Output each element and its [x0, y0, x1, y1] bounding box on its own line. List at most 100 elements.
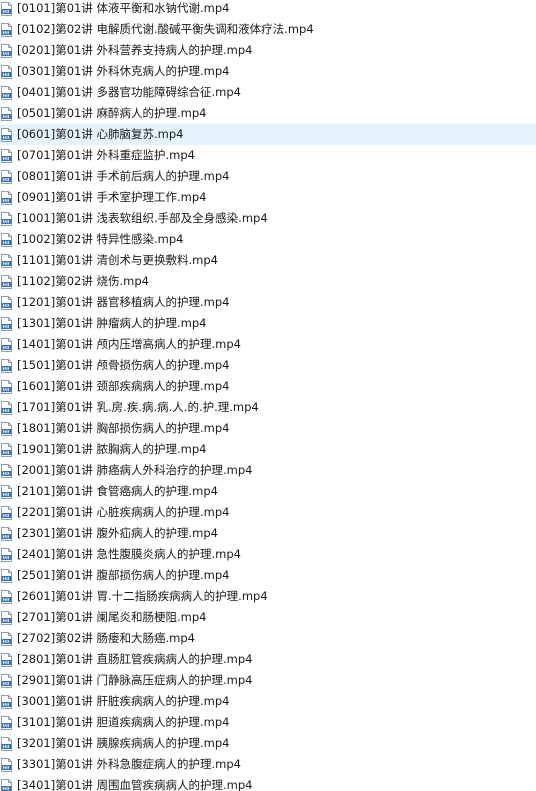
file-name: [0401]第01讲 多器官功能障碍综合征.mp4	[17, 85, 242, 99]
video-file-icon	[1, 211, 12, 226]
video-file-icon	[1, 358, 12, 373]
video-file-icon	[1, 379, 12, 394]
file-name: [3201]第01讲 胰腺疾病病人的护理.mp4	[17, 736, 230, 750]
video-file-icon	[1, 568, 12, 583]
video-file-icon	[1, 190, 12, 205]
file-name: [3301]第01讲 外科急腹症病人的护理.mp4	[17, 757, 242, 771]
file-name: [3401]第01讲 周围血管疾病病人的护理.mp4	[17, 778, 253, 791]
file-name: [1301]第01讲 肿瘤病人的护理.mp4	[17, 316, 207, 330]
file-item[interactable]: [2001]第01讲 肺癌病人外科治疗的护理.mp4	[0, 460, 536, 481]
file-item[interactable]: [0101]第01讲 体液平衡和水钠代谢.mp4	[0, 0, 536, 19]
file-name: [0601]第01讲 心肺脑复苏.mp4	[17, 127, 184, 141]
file-item[interactable]: [2501]第01讲 腹部损伤病人的护理.mp4	[0, 565, 536, 586]
video-file-icon	[1, 547, 12, 562]
file-name: [1002]第02讲 特异性感染.mp4	[17, 232, 184, 246]
file-item[interactable]: [1601]第01讲 颈部疾病病人的护理.mp4	[0, 376, 536, 397]
file-name: [2601]第01讲 胃.十二指肠疾病病人的护理.mp4	[17, 589, 268, 603]
video-file-icon	[1, 505, 12, 520]
video-file-icon	[1, 127, 12, 142]
file-name: [1801]第01讲 胸部损伤病人的护理.mp4	[17, 421, 230, 435]
file-item[interactable]: [1701]第01讲 乳.房.疾.病.病.人.的.护.理.mp4	[0, 397, 536, 418]
file-item[interactable]: [1102]第02讲 烧伤.mp4	[0, 271, 536, 292]
file-item[interactable]: [0801]第01讲 手术前后病人的护理.mp4	[0, 166, 536, 187]
file-item[interactable]: [0701]第01讲 外科重症监护.mp4	[0, 145, 536, 166]
file-name: [1601]第01讲 颈部疾病病人的护理.mp4	[17, 379, 230, 393]
file-name: [2701]第01讲 阑尾炎和肠梗阻.mp4	[17, 610, 207, 624]
video-file-icon	[1, 736, 12, 751]
file-name: [2301]第01讲 腹外疝病人的护理.mp4	[17, 526, 219, 540]
file-item[interactable]: [0501]第01讲 麻醉病人的护理.mp4	[0, 103, 536, 124]
video-file-icon	[1, 400, 12, 415]
file-item[interactable]: [0601]第01讲 心肺脑复苏.mp4	[0, 124, 536, 145]
file-name: [3001]第01讲 肝脏疾病病人的护理.mp4	[17, 694, 230, 708]
file-item[interactable]: [2401]第01讲 急性腹膜炎病人的护理.mp4	[0, 544, 536, 565]
video-file-icon	[1, 463, 12, 478]
file-item[interactable]: [3401]第01讲 周围血管疾病病人的护理.mp4	[0, 775, 536, 791]
file-name: [1201]第01讲 器官移植病人的护理.mp4	[17, 295, 230, 309]
file-item[interactable]: [0102]第02讲 电解质代谢.酸碱平衡失调和液体疗法.mp4	[0, 19, 536, 40]
video-file-icon	[1, 631, 12, 646]
file-name: [0102]第02讲 电解质代谢.酸碱平衡失调和液体疗法.mp4	[17, 22, 314, 36]
video-file-icon	[1, 274, 12, 289]
file-item[interactable]: [2601]第01讲 胃.十二指肠疾病病人的护理.mp4	[0, 586, 536, 607]
file-item[interactable]: [0901]第01讲 手术室护理工作.mp4	[0, 187, 536, 208]
video-file-icon	[1, 484, 12, 499]
file-name: [2001]第01讲 肺癌病人外科治疗的护理.mp4	[17, 463, 253, 477]
file-item[interactable]: [2702]第02讲 肠瘘和大肠癌.mp4	[0, 628, 536, 649]
file-item[interactable]: [1401]第01讲 颅内压增高病人的护理.mp4	[0, 334, 536, 355]
file-name: [1401]第01讲 颅内压增高病人的护理.mp4	[17, 337, 242, 351]
video-file-icon	[1, 232, 12, 247]
file-item[interactable]: [3101]第01讲 胆道疾病病人的护理.mp4	[0, 712, 536, 733]
file-item[interactable]: [1301]第01讲 肿瘤病人的护理.mp4	[0, 313, 536, 334]
video-file-icon	[1, 43, 12, 58]
file-name: [1101]第01讲 清创术与更换敷料.mp4	[17, 253, 219, 267]
file-name: [2702]第02讲 肠瘘和大肠癌.mp4	[17, 631, 196, 645]
file-name: [0801]第01讲 手术前后病人的护理.mp4	[17, 169, 230, 183]
video-file-icon	[1, 757, 12, 772]
file-item[interactable]: [3201]第01讲 胰腺疾病病人的护理.mp4	[0, 733, 536, 754]
video-file-icon	[1, 316, 12, 331]
file-item[interactable]: [0201]第01讲 外科营养支持病人的护理.mp4	[0, 40, 536, 61]
video-file-icon	[1, 526, 12, 541]
file-name: [0201]第01讲 外科营养支持病人的护理.mp4	[17, 43, 253, 57]
video-file-icon	[1, 610, 12, 625]
file-item[interactable]: [2301]第01讲 腹外疝病人的护理.mp4	[0, 523, 536, 544]
file-name: [2501]第01讲 腹部损伤病人的护理.mp4	[17, 568, 230, 582]
file-item[interactable]: [1901]第01讲 脓胸病人的护理.mp4	[0, 439, 536, 460]
file-name: [0101]第01讲 体液平衡和水钠代谢.mp4	[17, 1, 230, 15]
video-file-icon	[1, 694, 12, 709]
file-name: [2201]第01讲 心脏疾病病人的护理.mp4	[17, 505, 230, 519]
file-list: [0101]第01讲 体液平衡和水钠代谢.mp4 [0102]第02讲 电解质代谢…	[0, 0, 536, 791]
file-item[interactable]: [0301]第01讲 外科休克病人的护理.mp4	[0, 61, 536, 82]
file-name: [2101]第01讲 食管癌病人的护理.mp4	[17, 484, 219, 498]
file-name: [2401]第01讲 急性腹膜炎病人的护理.mp4	[17, 547, 242, 561]
file-item[interactable]: [1001]第01讲 浅表软组织.手部及全身感染.mp4	[0, 208, 536, 229]
video-file-icon	[1, 85, 12, 100]
video-file-icon	[1, 421, 12, 436]
file-item[interactable]: [1002]第02讲 特异性感染.mp4	[0, 229, 536, 250]
file-name: [0701]第01讲 外科重症监护.mp4	[17, 148, 196, 162]
file-item[interactable]: [1201]第01讲 器官移植病人的护理.mp4	[0, 292, 536, 313]
video-file-icon	[1, 169, 12, 184]
file-item[interactable]: [2101]第01讲 食管癌病人的护理.mp4	[0, 481, 536, 502]
file-item[interactable]: [1101]第01讲 清创术与更换敷料.mp4	[0, 250, 536, 271]
file-name: [0301]第01讲 外科休克病人的护理.mp4	[17, 64, 230, 78]
file-name: [3101]第01讲 胆道疾病病人的护理.mp4	[17, 715, 230, 729]
file-name: [0501]第01讲 麻醉病人的护理.mp4	[17, 106, 207, 120]
video-file-icon	[1, 295, 12, 310]
file-item[interactable]: [2701]第01讲 阑尾炎和肠梗阻.mp4	[0, 607, 536, 628]
video-file-icon	[1, 1, 12, 16]
file-item[interactable]: [3001]第01讲 肝脏疾病病人的护理.mp4	[0, 691, 536, 712]
file-item[interactable]: [1801]第01讲 胸部损伤病人的护理.mp4	[0, 418, 536, 439]
video-file-icon	[1, 715, 12, 730]
file-name: [2801]第01讲 直肠肛管疾病病人的护理.mp4	[17, 652, 253, 666]
file-item[interactable]: [2901]第01讲 门静脉高压症病人的护理.mp4	[0, 670, 536, 691]
video-file-icon	[1, 652, 12, 667]
file-item[interactable]: [2201]第01讲 心脏疾病病人的护理.mp4	[0, 502, 536, 523]
file-item[interactable]: [0401]第01讲 多器官功能障碍综合征.mp4	[0, 82, 536, 103]
file-item[interactable]: [3301]第01讲 外科急腹症病人的护理.mp4	[0, 754, 536, 775]
file-item[interactable]: [2801]第01讲 直肠肛管疾病病人的护理.mp4	[0, 649, 536, 670]
video-file-icon	[1, 589, 12, 604]
video-file-icon	[1, 778, 12, 791]
file-item[interactable]: [1501]第01讲 颅骨损伤病人的护理.mp4	[0, 355, 536, 376]
